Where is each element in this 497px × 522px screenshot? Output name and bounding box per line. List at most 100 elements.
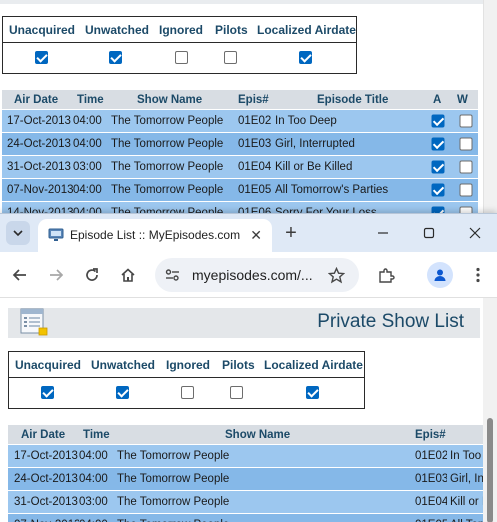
tab-close-button[interactable]: ✕ (250, 227, 262, 243)
cell-show-name[interactable]: The Tomorrow People (111, 109, 238, 133)
profile-avatar-button[interactable] (427, 262, 453, 288)
filter-checkbox-ignored[interactable] (175, 51, 188, 64)
column-header-show-name[interactable]: Show Name (111, 89, 238, 110)
watched-checkbox[interactable] (459, 183, 472, 197)
cell-episode-number: 01E02 (406, 444, 447, 468)
table-header-row: Air Date Time Show Name Epis# Episode Ti… (2, 89, 478, 110)
filter-checkbox-localized-airdate[interactable] (306, 386, 319, 399)
cell-show-name[interactable]: The Tomorrow People (111, 155, 238, 179)
table-row: 07-Nov-2013 04:00 The Tomorrow People 01… (2, 178, 478, 202)
watched-checkbox[interactable] (459, 114, 472, 128)
cell-show-name[interactable]: The Tomorrow People (111, 132, 238, 156)
cell-episode-number: 01E05 (406, 513, 447, 522)
cell-episode-number: 01E05 (238, 178, 275, 202)
browser-menu-button[interactable] (469, 263, 487, 287)
cell-show-name[interactable]: The Tomorrow People (117, 444, 406, 468)
bookmark-button[interactable] (324, 263, 348, 287)
forward-button[interactable] (44, 263, 68, 287)
filter-label-localized-airdate: Localized Airdate (264, 357, 363, 372)
filter-checkbox-unwatched[interactable] (116, 386, 129, 399)
filter-checkbox-unwatched[interactable] (109, 51, 122, 64)
cell-episode-number: 01E02 (238, 109, 275, 133)
table-row: 31-Oct-2013 03:00 The Tomorrow People 01… (8, 490, 483, 514)
filter-checkbox-unacquired[interactable] (41, 386, 54, 399)
column-header-episode-number[interactable]: Epis# (238, 89, 275, 110)
scrollbar-thumb[interactable] (487, 418, 493, 522)
cell-show-name[interactable]: The Tomorrow People (117, 513, 406, 522)
tab-search-button[interactable] (6, 221, 30, 245)
cell-episode-title[interactable]: All Tomorrow's Parties (275, 178, 423, 202)
cell-episode-number: 01E03 (406, 467, 447, 491)
filter-label-ignored: Ignored (166, 357, 210, 372)
tab-strip: Episode List :: MyEpisodes.com ✕ + (0, 214, 497, 252)
cell-show-name[interactable]: The Tomorrow People (111, 178, 238, 202)
cell-episode-title[interactable]: In Too D (447, 444, 483, 468)
close-icon (469, 227, 481, 239)
filter-checkbox-pilots[interactable] (230, 386, 243, 399)
column-header-time[interactable]: Time (73, 89, 111, 110)
cell-time: 04:00 (79, 467, 117, 491)
star-icon (327, 266, 345, 283)
cell-time: 03:00 (79, 490, 117, 514)
filter-checkbox-pilots[interactable] (224, 51, 237, 64)
extensions-button[interactable] (374, 263, 398, 287)
maximize-button[interactable] (417, 222, 441, 244)
cell-episode-title[interactable]: Kill or Be Killed (275, 155, 423, 179)
chevron-down-icon (13, 230, 23, 237)
column-header-episode-title[interactable]: Episode Title (275, 89, 423, 110)
page-scrollbar[interactable] (483, 298, 497, 522)
acquired-checkbox[interactable] (431, 183, 445, 197)
cell-episode-title[interactable]: All Tom (447, 513, 483, 522)
filter-checkbox-localized-airdate[interactable] (299, 51, 312, 64)
cell-show-name[interactable]: The Tomorrow People (117, 490, 406, 514)
filter-box-background: Unacquired Unwatched Ignored Pilots Loca… (2, 16, 357, 74)
cell-episode-title[interactable]: Girl, Interrupted (275, 132, 423, 156)
filter-label-unwatched: Unwatched (85, 22, 150, 37)
filter-label-unwatched: Unwatched (91, 357, 156, 372)
filter-checkbox-ignored[interactable] (181, 386, 194, 399)
filter-box: Unacquired Unwatched Ignored Pilots Loca… (8, 351, 365, 409)
column-header-watched[interactable]: W (453, 89, 478, 110)
puzzle-piece-icon (378, 267, 395, 283)
table-header-row: Air Date Time Show Name Epis# (8, 424, 483, 445)
home-button[interactable] (116, 263, 140, 287)
browser-toolbar: myepisodes.com/... (0, 252, 497, 298)
acquired-checkbox[interactable] (431, 160, 445, 174)
tab-episode-list[interactable]: Episode List :: MyEpisodes.com ✕ (38, 219, 272, 252)
acquired-checkbox[interactable] (431, 137, 445, 151)
cell-episode-number: 01E04 (406, 490, 447, 514)
column-header-episode-title[interactable] (447, 424, 483, 445)
cell-episode-title[interactable]: Kill or B (447, 490, 483, 514)
filter-label-pilots: Pilots (222, 357, 255, 372)
column-header-episode-number[interactable]: Epis# (406, 424, 447, 445)
column-header-acquired[interactable]: A (423, 89, 453, 110)
reload-icon (86, 268, 98, 281)
back-button[interactable] (8, 263, 32, 287)
cell-episode-title[interactable]: In Too Deep (275, 109, 423, 133)
background-scrollbar[interactable] (483, 0, 497, 215)
table-row: 31-Oct-2013 03:00 The Tomorrow People 01… (2, 155, 478, 179)
new-tab-button[interactable]: + (280, 222, 302, 244)
filter-label-unacquired: Unacquired (15, 357, 82, 372)
cell-show-name[interactable]: The Tomorrow People (117, 467, 406, 491)
background-window: Unacquired Unwatched Ignored Pilots Loca… (0, 0, 497, 215)
table-row: 07-Nov-2013 04:00 The Tomorrow People 01… (8, 513, 483, 522)
column-header-air-date[interactable]: Air Date (8, 424, 79, 445)
close-window-button[interactable] (463, 222, 487, 244)
watched-checkbox[interactable] (459, 137, 472, 151)
column-header-time[interactable]: Time (79, 424, 117, 445)
watched-checkbox[interactable] (459, 160, 472, 174)
column-header-show-name[interactable]: Show Name (117, 424, 406, 445)
acquired-checkbox[interactable] (431, 114, 445, 128)
reload-button[interactable] (80, 263, 104, 287)
person-icon (434, 269, 446, 281)
filter-checkbox-unacquired[interactable] (35, 51, 48, 64)
episode-table: Air Date Time Show Name Epis# 17-Oct-201… (8, 424, 483, 522)
more-vert-icon (476, 267, 480, 283)
minimize-button[interactable] (371, 222, 395, 244)
url-text[interactable]: myepisodes.com/... (192, 267, 313, 283)
cell-episode-title[interactable]: Girl, Int (447, 467, 483, 491)
site-settings-icon[interactable] (165, 268, 180, 282)
table-row: 17-Oct-2013 04:00 The Tomorrow People 01… (2, 109, 478, 133)
column-header-air-date[interactable]: Air Date (2, 89, 73, 110)
